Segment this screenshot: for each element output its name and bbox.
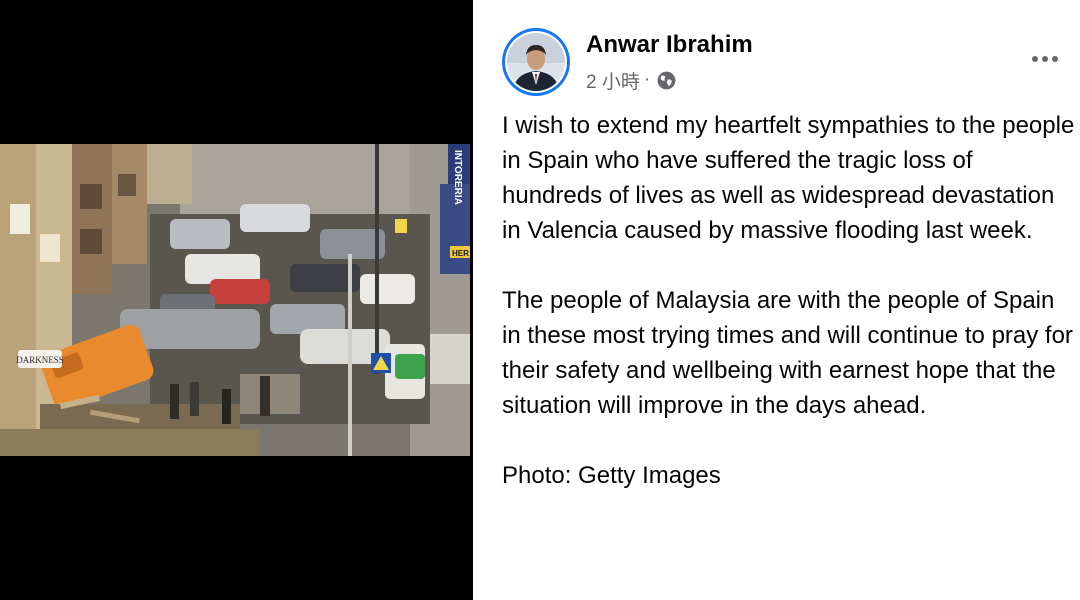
post-meta: 2 小時 · xyxy=(586,67,677,93)
post-paragraph: The people of Malaysia are with the peop… xyxy=(502,287,1073,419)
photo-credit: Photo: Getty Images xyxy=(502,462,721,489)
avatar-frame xyxy=(505,31,567,93)
ellipsis-icon xyxy=(1032,56,1038,62)
ellipsis-icon xyxy=(1042,56,1048,62)
post-photo[interactable]: DARKNESS INTORERIA HER xyxy=(0,144,470,456)
media-pane: DARKNESS INTORERIA HER xyxy=(0,0,473,600)
corner-sign-text: HER xyxy=(452,249,469,258)
shop-sign-text: DARKNESS xyxy=(16,355,64,365)
more-options-button[interactable] xyxy=(1025,42,1065,76)
post-timestamp[interactable]: 2 小時 xyxy=(586,67,640,94)
post-panel: Anwar Ibrahim 2 小時 · I wish to extend my… xyxy=(473,0,1080,600)
avatar-image xyxy=(507,33,565,91)
vertical-sign-text: INTORERIA xyxy=(452,150,463,205)
globe-icon[interactable] xyxy=(656,70,677,91)
author-avatar[interactable] xyxy=(502,28,570,96)
ellipsis-icon xyxy=(1052,56,1058,62)
flood-street-photo: DARKNESS INTORERIA HER xyxy=(0,144,470,456)
meta-separator: · xyxy=(643,69,651,90)
author-name[interactable]: Anwar Ibrahim xyxy=(586,31,753,59)
post-body: I wish to extend my heartfelt sympathies… xyxy=(502,108,1077,493)
post-paragraph: I wish to extend my heartfelt sympathies… xyxy=(502,112,1075,244)
